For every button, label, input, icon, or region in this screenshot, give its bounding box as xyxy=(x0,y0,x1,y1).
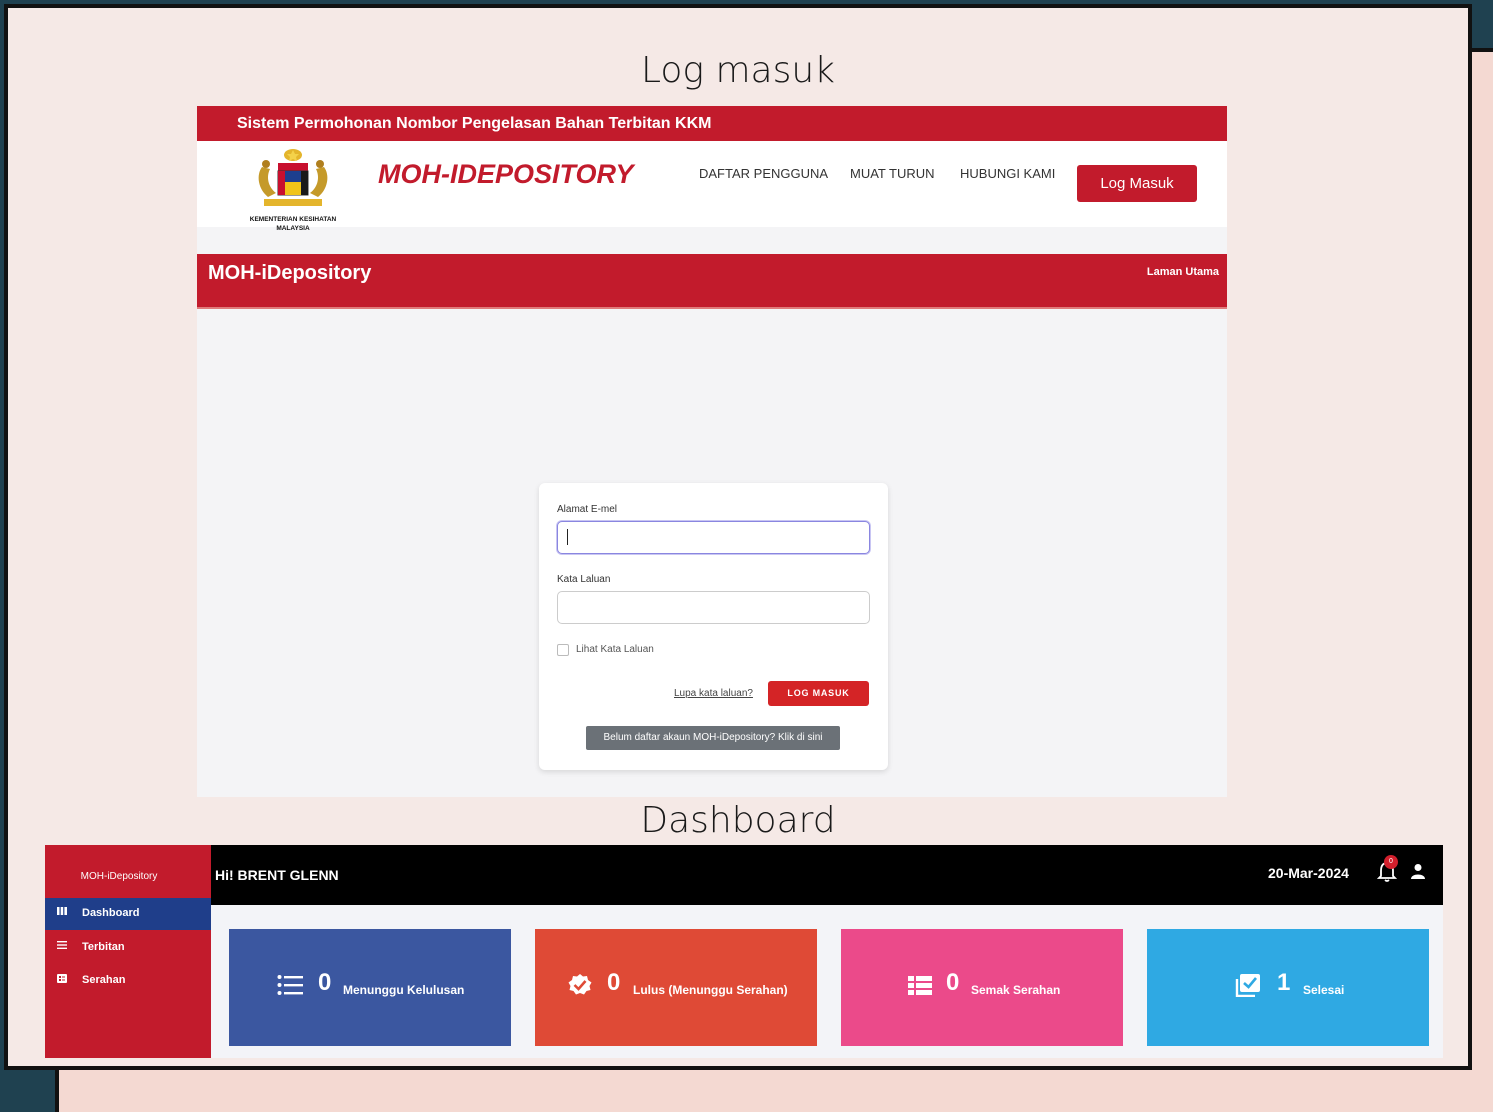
dashboard-screenshot: MOH-iDepository Dashboard Terbitan Serah… xyxy=(45,845,1443,1058)
nav-link-register[interactable]: DAFTAR PENGGUNA xyxy=(699,166,828,181)
sidebar-item-label: Terbitan xyxy=(82,941,125,953)
sidebar-brand[interactable]: MOH-iDepository xyxy=(45,871,193,882)
list-icon xyxy=(277,975,303,995)
email-input[interactable] xyxy=(557,521,870,554)
password-input[interactable] xyxy=(557,591,870,624)
sidebar-item-label: Serahan xyxy=(82,974,126,986)
coat-of-arms-icon xyxy=(258,149,328,206)
dashboard-section-title: Dashboard xyxy=(640,800,836,841)
user-icon[interactable] xyxy=(1411,863,1425,879)
forgot-password-link[interactable]: Lupa kata laluan? xyxy=(674,688,753,699)
home-link[interactable]: Laman Utama xyxy=(1147,266,1219,278)
login-submit-button[interactable]: LOG MASUK xyxy=(768,681,869,706)
register-account-button[interactable]: Belum daftar akaun MOH-iDepository? Klik… xyxy=(586,726,840,750)
notification-badge: 0 xyxy=(1384,855,1398,869)
crest-caption-line1: KEMENTERIAN KESIHATAN xyxy=(249,216,337,223)
stat-card-approved-awaiting[interactable]: 0 Lulus (Menunggu Serahan) xyxy=(535,929,817,1046)
stat-card-review-submission[interactable]: 0 Semak Serahan xyxy=(841,929,1123,1046)
sidebar: MOH-iDepository Dashboard Terbitan Serah… xyxy=(45,845,211,1058)
table-list-icon xyxy=(908,976,932,995)
login-section-title: Log masuk xyxy=(640,50,836,91)
current-date: 20-Mar-2024 xyxy=(1268,865,1349,881)
sidebar-item-dashboard[interactable]: Dashboard xyxy=(45,898,211,930)
nav-link-download[interactable]: MUAT TURUN xyxy=(850,166,935,181)
user-greeting: Hi! BRENT GLENN xyxy=(215,867,339,883)
check-badge-icon xyxy=(568,974,592,995)
stat-count: 1 xyxy=(1277,969,1291,996)
sidebar-item-terbitan[interactable]: Terbitan xyxy=(45,932,211,964)
nav-link-contact[interactable]: HUBUNGI KAMI xyxy=(960,166,1055,181)
show-password-label[interactable]: Lihat Kata Laluan xyxy=(576,644,654,655)
stat-count: 0 xyxy=(607,969,621,996)
stat-count: 0 xyxy=(318,969,332,996)
system-title-bar: Sistem Permohonan Nombor Pengelasan Baha… xyxy=(197,106,1227,141)
main-navbar: KEMENTERIAN KESIHATAN MALAYSIA MOH-IDEPO… xyxy=(197,141,1227,232)
stat-card-pending-approval[interactable]: 0 Menunggu Kelulusan xyxy=(229,929,511,1046)
brand-logo-text[interactable]: MOH-IDEPOSITORY xyxy=(378,159,634,190)
checked-box-icon xyxy=(1235,974,1260,997)
sidebar-item-label: Dashboard xyxy=(82,907,140,919)
login-page-screenshot: Sistem Permohonan Nombor Pengelasan Baha… xyxy=(197,106,1227,797)
login-form-card: Alamat E-mel Kata Laluan Lihat Kata Lalu… xyxy=(539,483,888,770)
sidebar-item-serahan[interactable]: Serahan xyxy=(45,965,211,997)
stat-card-completed[interactable]: 1 Selesai xyxy=(1147,929,1429,1046)
password-label: Kata Laluan xyxy=(557,574,611,585)
dashboard-header: Hi! BRENT GLENN 20-Mar-2024 0 xyxy=(211,845,1443,905)
text-caret xyxy=(567,529,568,545)
stat-label: Lulus (Menunggu Serahan) xyxy=(633,983,788,997)
stat-count: 0 xyxy=(946,969,960,996)
nav-login-button[interactable]: Log Masuk xyxy=(1077,165,1197,202)
background-strip xyxy=(1471,0,1493,48)
ministry-crest: KEMENTERIAN KESIHATAN MALAYSIA xyxy=(239,147,347,232)
columns-icon xyxy=(57,907,67,918)
crest-caption-line2: MALAYSIA xyxy=(276,225,310,232)
page-title: MOH-iDepository xyxy=(208,262,372,284)
page-header-banner: MOH-iDepository Laman Utama xyxy=(197,254,1227,309)
show-password-checkbox[interactable] xyxy=(557,644,569,656)
list-icon xyxy=(57,941,67,952)
presentation-slide: Log masuk Sistem Permohonan Nombor Penge… xyxy=(4,4,1472,1070)
stat-label: Selesai xyxy=(1303,983,1345,997)
stat-label: Menunggu Kelulusan xyxy=(343,983,465,997)
tasks-icon xyxy=(57,974,67,986)
email-label: Alamat E-mel xyxy=(557,504,618,515)
stat-label: Semak Serahan xyxy=(971,983,1061,997)
